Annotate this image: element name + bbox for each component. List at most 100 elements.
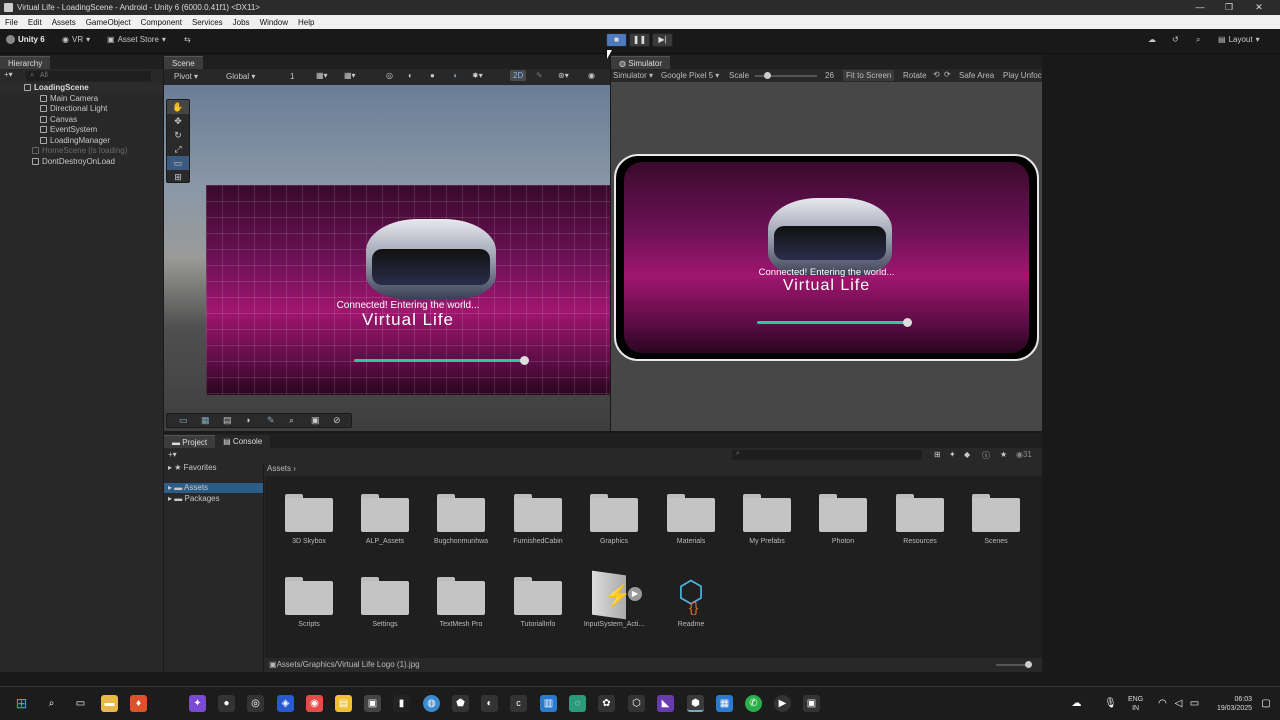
safe-area-toggle[interactable]: Safe Area [959, 71, 994, 80]
app-icon[interactable]: ◈ [277, 695, 294, 712]
menu-assets[interactable]: Assets [47, 18, 81, 27]
github-icon[interactable]: ● [218, 695, 235, 712]
breadcrumb[interactable]: Assets › [267, 464, 296, 473]
copilot-icon[interactable]: ✦ [189, 695, 206, 712]
file-explorer-icon[interactable]: ▬ [101, 695, 118, 712]
folder-alp-assets[interactable]: ALP_Assets [350, 494, 420, 545]
search-icon[interactable]: ⌕ [1196, 35, 1200, 45]
label-icon[interactable]: ◆ [964, 450, 970, 459]
brush-icon[interactable]: ✎ [267, 415, 275, 426]
pivot-dropdown[interactable]: Pivot ▾ [174, 72, 198, 81]
grid-overlay-icon[interactable]: ▦ [201, 415, 210, 426]
move-tool-icon[interactable]: ✥ [167, 114, 189, 128]
gizmo-icon[interactable]: ◎ [386, 71, 393, 80]
version-control-icon[interactable]: ⇆ [184, 35, 191, 44]
visual-studio-icon[interactable]: ◣ [657, 695, 674, 712]
account-dropdown[interactable]: Unity 6 [6, 35, 45, 44]
hand-tool-icon[interactable]: ✋ [167, 100, 189, 114]
folder-resources[interactable]: Resources [885, 494, 955, 545]
maximize-button[interactable]: ❐ [1214, 0, 1244, 15]
layout-dropdown[interactable]: ▤ Layout ▾ [1218, 35, 1260, 44]
minimize-button[interactable]: — [1185, 0, 1215, 15]
menu-edit[interactable]: Edit [23, 18, 47, 27]
grid-icon[interactable]: ▦▾ [316, 71, 328, 80]
filter-icon[interactable]: ⊞ [934, 450, 941, 459]
play-unfocused-toggle[interactable]: Play Unfoc [1003, 71, 1042, 80]
folder-furnishedcabin[interactable]: FurnishedCabin [503, 494, 573, 545]
menu-jobs[interactable]: Jobs [228, 18, 255, 27]
folder-materials[interactable]: Materials [656, 494, 726, 545]
hierarchy-item-loadingmanager[interactable]: LoadingManager [0, 136, 163, 146]
notes-icon[interactable]: ▤ [335, 695, 352, 712]
windows-start-icon[interactable]: ⊞ [13, 695, 30, 712]
create-icon[interactable]: +▾ [168, 450, 177, 459]
app-icon[interactable]: ▦ [716, 695, 733, 712]
wifi-icon[interactable]: ◠ [1154, 695, 1171, 712]
hierarchy-item-canvas[interactable]: Canvas [0, 115, 163, 125]
add-icon[interactable]: +▾ [4, 70, 13, 79]
hierarchy-item-dontdestroyonload[interactable]: DontDestroyOnLoad [0, 157, 163, 167]
unity-editor-icon[interactable]: ⬢ [687, 695, 704, 712]
visibility-icon[interactable]: ◉ [588, 71, 595, 80]
tab-scene[interactable]: Scene [164, 56, 203, 69]
chatgpt-icon[interactable]: ✿ [598, 695, 615, 712]
tree-packages[interactable]: ▸ ▬ Packages [168, 494, 220, 503]
snap-icon[interactable]: ▦▾ [344, 71, 356, 80]
audio-icon[interactable]: ✎ [536, 71, 543, 80]
whatsapp-icon[interactable]: ✆ [745, 695, 762, 712]
folder-tutorialinfo[interactable]: TutorialInfo [503, 577, 573, 628]
effects-icon[interactable]: ✸▾ [472, 71, 483, 80]
terminal-icon[interactable]: ▮ [393, 695, 410, 712]
app-icon[interactable]: ▣ [803, 695, 820, 712]
folder-settings[interactable]: Settings [350, 577, 420, 628]
file-readme[interactable]: ⬡{} Readme [656, 573, 726, 628]
breadcrumb-assets[interactable]: Assets [267, 464, 291, 473]
menu-file[interactable]: File [0, 18, 23, 27]
menu-help[interactable]: Help [293, 18, 319, 27]
close-button[interactable]: ✕ [1244, 0, 1274, 15]
rotate-left-icon[interactable]: ⟲ [933, 70, 940, 79]
rotate-right-icon[interactable]: ⟳ [944, 70, 951, 79]
cloud-services-icon[interactable]: ☁ [1148, 35, 1156, 44]
tree-assets[interactable]: ▸ ▬ Assets [164, 483, 263, 493]
fill-icon[interactable]: ⊘ [333, 415, 341, 426]
chrome-icon[interactable]: ◍ [423, 695, 440, 712]
eraser-icon[interactable]: ▣ [311, 415, 320, 426]
notification-icon[interactable]: ▢ [1260, 695, 1272, 712]
picker-icon[interactable]: ⌕ [289, 415, 294, 426]
app-icon[interactable]: ◐ [481, 695, 498, 712]
sphere-icon[interactable]: ● [430, 71, 435, 80]
hierarchy-item-loadingscene[interactable]: LoadingScene [0, 83, 163, 93]
folder-my-prefabs[interactable]: My Prefabs [732, 494, 802, 545]
app-icon[interactable]: ⬟ [452, 695, 469, 712]
app-icon[interactable]: ▥ [540, 695, 557, 712]
hierarchy-item-directional-light[interactable]: Directional Light [0, 104, 163, 114]
folder-3d-skybox[interactable]: 3D Skybox [274, 494, 344, 545]
folder-textmesh-pro[interactable]: TextMesh Pro [426, 577, 496, 628]
edge-icon[interactable]: ◌ [569, 695, 586, 712]
media-player-icon[interactable]: ▶ [774, 695, 791, 712]
scale-tool-icon[interactable]: ⤢ [167, 142, 189, 156]
menu-window[interactable]: Window [255, 18, 293, 27]
history-icon[interactable]: ↺ [1172, 35, 1179, 44]
hierarchy-item-homescene[interactable]: HomeScene (is loading) [0, 146, 163, 156]
battery-icon[interactable]: ▭ [1186, 695, 1203, 712]
folder-graphics[interactable]: Graphics [579, 494, 649, 545]
project-search-input[interactable]: ⌕ [732, 450, 922, 460]
app-icon[interactable]: c [510, 695, 527, 712]
microphone-icon[interactable]: 🎙 [1102, 695, 1119, 712]
menu-gameobject[interactable]: GameObject [81, 18, 136, 27]
tab-console[interactable]: ▤ Console [215, 435, 271, 448]
global-dropdown[interactable]: Global ▾ [226, 72, 255, 81]
unity-hub-icon[interactable]: ⬡ [628, 695, 645, 712]
folder-scenes[interactable]: Scenes [961, 494, 1031, 545]
menu-services[interactable]: Services [187, 18, 228, 27]
lighting-icon[interactable]: ◑ [452, 71, 457, 80]
favorite-star-icon[interactable]: ★ [1000, 450, 1007, 459]
type-icon[interactable]: ✦ [949, 450, 956, 459]
folder-scripts[interactable]: Scripts [274, 577, 344, 628]
camera-icon[interactable]: ⊛▾ [558, 71, 569, 80]
rotate-tool-icon[interactable]: ↻ [167, 128, 189, 142]
tab-hierarchy[interactable]: Hierarchy [0, 56, 51, 69]
grid-size-value[interactable]: 1 [290, 72, 294, 81]
